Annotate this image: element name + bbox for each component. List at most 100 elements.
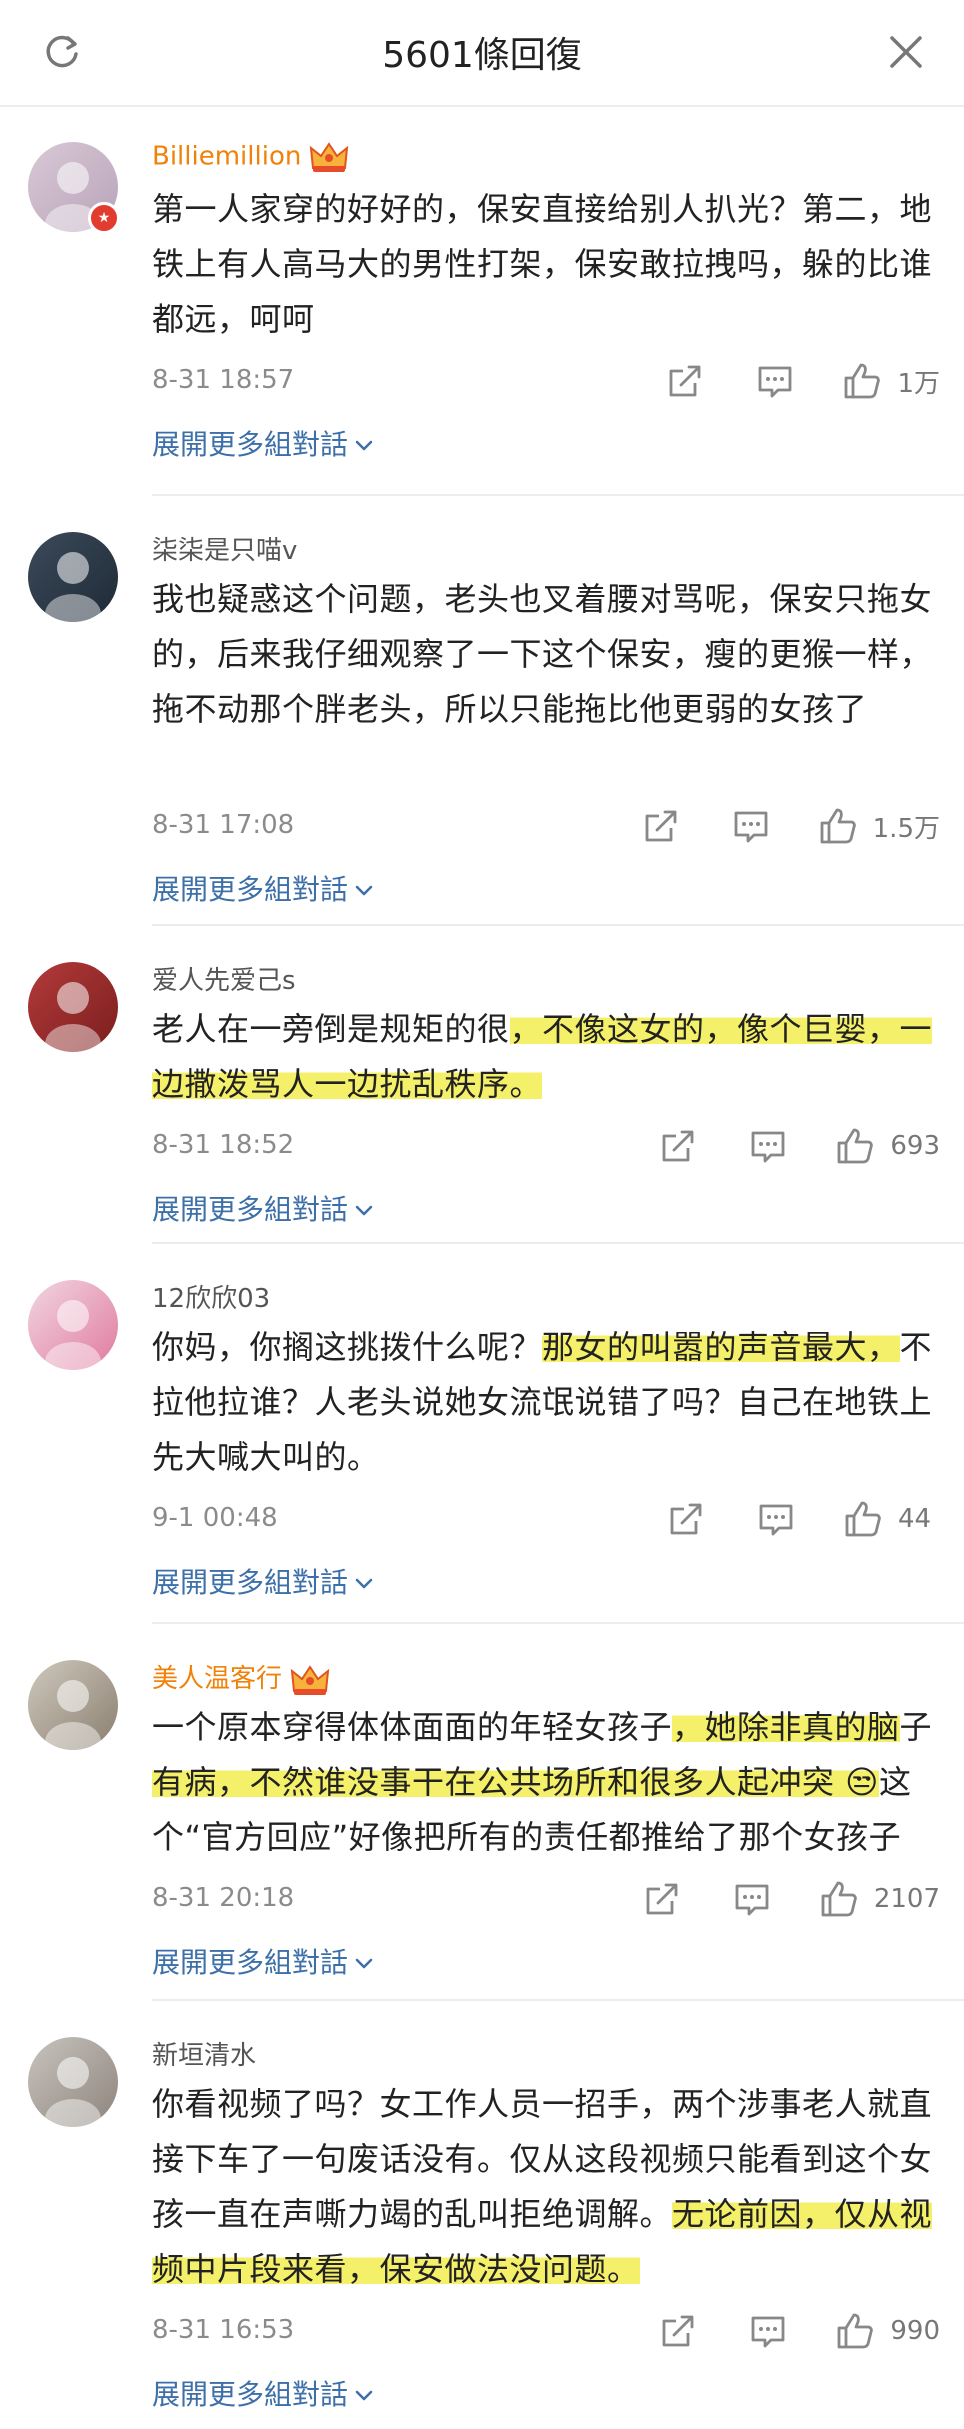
username[interactable]: 柒柒是只喵v xyxy=(152,530,297,567)
like-button[interactable]: 2107 xyxy=(818,1878,940,1920)
comment-text-part: 子 xyxy=(899,1708,933,1746)
share-icon[interactable] xyxy=(641,806,681,846)
comment-text-part: 你妈，你搁这挑拨什么呢？ xyxy=(152,1328,543,1366)
comment-text: 第一人家穿的好好的，保安直接给别人扒光？第二，地铁上有人高马大的男性打架，保安敢… xyxy=(152,182,942,347)
expand-link-text[interactable]: 展開更多組對話 xyxy=(152,1193,348,1226)
expand-conversation-link[interactable]: 展開更多組對話 xyxy=(152,868,374,908)
verified-badge-icon: ★ xyxy=(88,202,120,234)
comment-divider xyxy=(152,924,964,926)
thumbs-up-icon xyxy=(845,363,881,399)
username[interactable]: 新垣清水 xyxy=(152,2035,256,2072)
username-text[interactable]: 柒柒是只喵v xyxy=(152,536,297,566)
comment-actions: 44 xyxy=(616,1497,940,1541)
thumbs-up-icon xyxy=(837,1128,874,1164)
comment-icon[interactable] xyxy=(748,1126,788,1166)
like-count: 2107 xyxy=(873,1884,940,1914)
share-icon[interactable] xyxy=(665,361,705,401)
comment-date: 8-31 18:57 xyxy=(152,365,295,395)
expand-conversation-link[interactable]: 展開更多組對話 xyxy=(152,1941,374,1981)
username-text[interactable]: 12欣欣03 xyxy=(152,1284,270,1314)
chevron-down-icon xyxy=(355,1578,373,1589)
comment-icon[interactable] xyxy=(756,1499,796,1539)
thumbs-up-icon xyxy=(845,1501,881,1537)
comment-text-part: 老人在一旁倒是规矩的很 xyxy=(152,1010,510,1048)
comment-actions: 693 xyxy=(608,1124,940,1168)
expand-conversation-link[interactable]: 展開更多組對話 xyxy=(152,1561,374,1601)
comment-date: 8-31 20:18 xyxy=(152,1883,295,1913)
highlighted-text: ，她除非真的脑 xyxy=(672,1708,900,1746)
comment-actions: 1.5万 xyxy=(591,804,940,848)
like-count: 1万 xyxy=(897,368,940,399)
comment-divider xyxy=(152,1622,964,1624)
share-icon[interactable] xyxy=(642,1879,682,1919)
username-text[interactable]: 爱人先爱己s xyxy=(152,966,296,996)
reply-header: 5601條回復 xyxy=(0,0,964,107)
avatar[interactable] xyxy=(28,962,118,1052)
vip-crown-icon xyxy=(310,142,349,172)
comment-actions: 990 xyxy=(608,2309,940,2353)
expand-conversation-link[interactable]: 展開更多組對話 xyxy=(152,2373,374,2413)
username[interactable]: Billiemillion xyxy=(152,140,349,174)
comment-icon[interactable] xyxy=(755,361,795,401)
comment-divider xyxy=(152,1242,964,1244)
username[interactable]: 美人温客行 xyxy=(152,1658,330,1697)
like-button[interactable]: 1万 xyxy=(841,360,940,402)
avatar[interactable] xyxy=(28,2037,118,2127)
highlighted-text: 有病，不然谁没事干在公共场所和很多人起冲突 😒 xyxy=(152,1763,880,1801)
username-text[interactable]: Billiemillion xyxy=(152,142,301,172)
comment-date: 8-31 17:08 xyxy=(152,810,295,840)
thumbs-up-icon xyxy=(820,808,856,844)
expand-link-text[interactable]: 展開更多組對話 xyxy=(152,1566,348,1599)
like-button[interactable]: 990 xyxy=(834,2310,940,2352)
highlighted-text: 那女的叫嚣的声音最大， xyxy=(542,1328,900,1366)
username-text[interactable]: 美人温客行 xyxy=(152,1664,282,1694)
expand-link-text[interactable]: 展開更多組對話 xyxy=(152,873,348,906)
username[interactable]: 爱人先爱己s xyxy=(152,960,296,997)
page-title: 5601條回復 xyxy=(382,35,582,76)
expand-link-text[interactable]: 展開更多組對話 xyxy=(152,2378,348,2411)
like-count: 1.5万 xyxy=(872,813,940,844)
comment-text: 你看视频了吗？女工作人员一招手，两个涉事老人就直接下车了一句废话没有。仅从这段视… xyxy=(152,2077,942,2297)
avatar[interactable] xyxy=(28,1660,118,1750)
like-count: 990 xyxy=(890,2316,940,2346)
comment-actions: 2107 xyxy=(592,1877,940,1921)
avatar[interactable] xyxy=(28,532,118,622)
expand-link-text[interactable]: 展開更多組對話 xyxy=(152,1946,348,1979)
expand-conversation-link[interactable]: 展開更多組對話 xyxy=(152,1188,374,1228)
comment-text: 老人在一旁倒是规矩的很，不像这女的，像个巨婴，一边撒泼骂人一边扰乱秩序。 xyxy=(152,1002,942,1112)
username-text[interactable]: 新垣清水 xyxy=(152,2041,256,2071)
expand-link-text[interactable]: 展開更多組對話 xyxy=(152,428,348,461)
avatar[interactable] xyxy=(28,1280,118,1370)
comment-icon[interactable] xyxy=(748,2311,788,2351)
chevron-down-icon xyxy=(355,440,373,451)
comment-date: 9-1 00:48 xyxy=(152,1503,278,1533)
expand-conversation-link[interactable]: 展開更多組對話 xyxy=(152,423,374,463)
like-button[interactable]: 44 xyxy=(842,1498,940,1540)
share-icon[interactable] xyxy=(658,2311,698,2351)
comment-text: 我也疑惑这个问题，老头也叉着腰对骂呢，保安只拖女的，后来我仔细观察了一下这个保安… xyxy=(152,572,942,737)
like-count: 44 xyxy=(898,1504,932,1534)
like-button[interactable]: 1.5万 xyxy=(817,805,940,847)
chevron-down-icon xyxy=(355,1958,373,1969)
like-count: 693 xyxy=(890,1131,940,1161)
thumbs-up-icon xyxy=(837,2313,874,2349)
comment-text: 一个原本穿得体体面面的年轻女孩子，她除非真的脑子有病，不然谁没事干在公共场所和很… xyxy=(152,1700,942,1865)
chevron-down-icon xyxy=(355,2390,373,2401)
like-button[interactable]: 693 xyxy=(834,1125,940,1167)
share-icon[interactable] xyxy=(666,1499,706,1539)
comment-date: 8-31 18:52 xyxy=(152,1130,295,1160)
chevron-down-icon xyxy=(355,885,373,896)
comment-icon[interactable] xyxy=(732,1879,772,1919)
share-icon[interactable] xyxy=(658,1126,698,1166)
comment-icon[interactable] xyxy=(731,806,771,846)
thumbs-up-icon xyxy=(821,1881,857,1917)
comment-text-part: 一个原本穿得体体面面的年轻女孩子 xyxy=(152,1708,673,1746)
close-icon[interactable] xyxy=(886,32,926,72)
chevron-down-icon xyxy=(355,1205,373,1216)
comment-text-part: 第一人家穿的好好的，保安直接给别人扒光？第二，地铁上有人高马大的男性打架，保安敢… xyxy=(152,190,933,338)
comment-divider xyxy=(152,494,964,496)
comment-date: 8-31 16:53 xyxy=(152,2315,295,2345)
username[interactable]: 12欣欣03 xyxy=(152,1278,270,1315)
vip-crown-icon xyxy=(290,1664,330,1695)
comment-actions: 1万 xyxy=(615,359,940,403)
